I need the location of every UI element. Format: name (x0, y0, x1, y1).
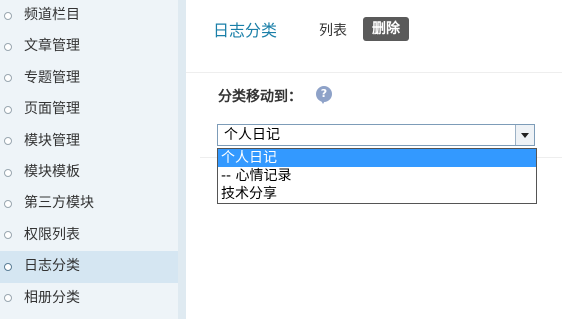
bullet-icon (4, 11, 12, 20)
tab-list[interactable]: 列表 (319, 20, 347, 40)
bullet-icon (4, 168, 12, 177)
select-value: 个人日记 (224, 127, 280, 143)
dropdown-option[interactable]: 技术分享 (218, 185, 536, 203)
sidebar-item-label: 文章管理 (24, 38, 80, 55)
bullet-icon (4, 200, 12, 209)
sidebar-item-article-management[interactable]: 文章管理 (0, 31, 178, 62)
sidebar-item-channel-columns[interactable]: 频道栏目 (0, 0, 178, 31)
dropdown-option[interactable]: -- 心情记录 (218, 167, 536, 185)
sidebar-item-third-party-modules[interactable]: 第三方模块 (0, 188, 178, 219)
sidebar-item-permission-list[interactable]: 权限列表 (0, 220, 178, 251)
bullet-icon (4, 262, 12, 271)
page-title: 日志分类 (213, 21, 278, 40)
sidebar-item-label: 相册分类 (24, 289, 80, 306)
bullet-icon (4, 137, 12, 146)
bullet-icon (4, 231, 12, 240)
bullet-icon (4, 43, 12, 52)
sidebar-item-page-management[interactable]: 页面管理 (0, 94, 178, 125)
tooltip-tail (320, 99, 326, 104)
sidebar: 频道栏目 文章管理 专题管理 页面管理 模块管理 模块模板 第三方模块 权限列表… (0, 0, 178, 319)
chevron-down-icon[interactable] (515, 125, 534, 145)
dropdown-option[interactable]: 个人日记 (218, 149, 536, 167)
sidebar-item-label: 日志分类 (24, 258, 80, 275)
category-select[interactable]: 个人日记 (217, 124, 535, 146)
sidebar-divider (178, 0, 186, 319)
sidebar-item-label: 频道栏目 (24, 7, 80, 23)
sidebar-item-topic-management[interactable]: 专题管理 (0, 63, 178, 94)
bullet-icon (4, 294, 12, 303)
page-header: 日志分类 列表 删除 (186, 0, 562, 73)
question-icon[interactable]: ? (316, 86, 332, 104)
sidebar-item-log-categories[interactable]: 日志分类 (0, 251, 178, 283)
sidebar-item-label: 权限列表 (24, 226, 80, 243)
category-dropdown-list: 个人日记 -- 心情记录 技术分享 (217, 148, 537, 204)
tab-delete[interactable]: 删除 (363, 17, 409, 41)
main-content: 日志分类 列表 删除 分类移动到： ? 个人日记 个人日记 -- 心情记录 技术… (186, 0, 562, 319)
sidebar-item-module-management[interactable]: 模块管理 (0, 126, 178, 157)
sidebar-item-label: 专题管理 (24, 69, 80, 86)
sidebar-item-label: 模块管理 (24, 132, 80, 149)
bullet-icon (4, 74, 12, 83)
bullet-icon (4, 105, 12, 114)
sidebar-item-album-categories[interactable]: 相册分类 (0, 283, 178, 314)
sidebar-item-label: 模块模板 (24, 163, 80, 180)
sidebar-item-label: 页面管理 (24, 101, 80, 118)
sidebar-item-module-templates[interactable]: 模块模板 (0, 157, 178, 188)
sidebar-item-label: 第三方模块 (24, 195, 94, 212)
move-category-label: 分类移动到： (218, 89, 302, 105)
